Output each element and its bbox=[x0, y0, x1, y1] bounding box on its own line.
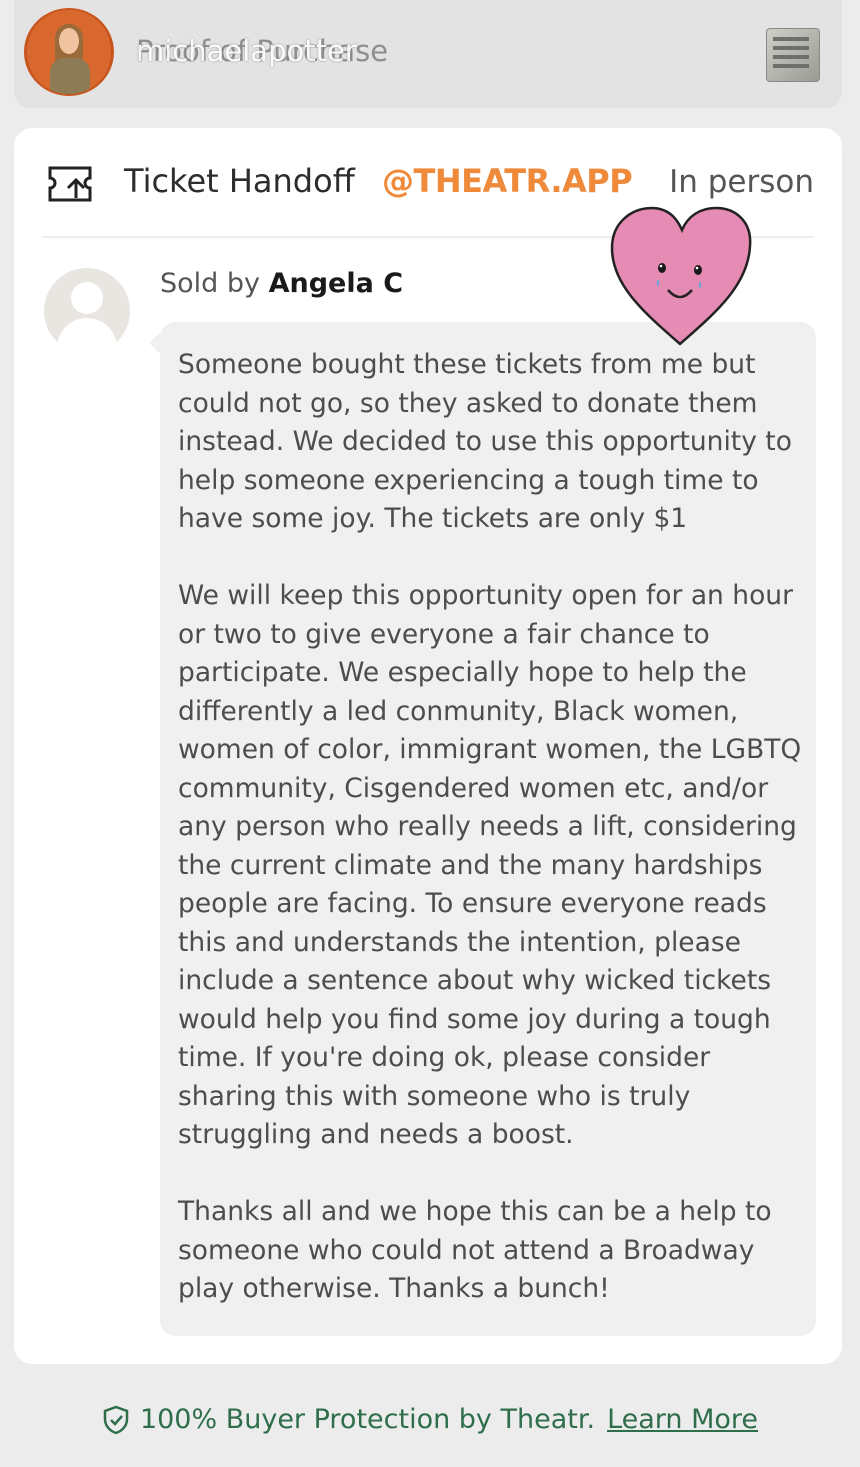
buyer-protection-footer: 100% Buyer Protection by Theatr. Learn Mo… bbox=[0, 1404, 860, 1454]
user-avatar[interactable] bbox=[24, 8, 114, 96]
avatar-placeholder-body bbox=[57, 318, 117, 354]
learn-more-link[interactable]: Learn More bbox=[607, 1404, 758, 1435]
ticket-thumbnail[interactable] bbox=[766, 28, 820, 82]
sold-by-prefix: Sold by bbox=[160, 268, 260, 299]
buyer-protection-text: 100% Buyer Protection by Theatr. bbox=[139, 1404, 596, 1435]
seller-message-text: Someone bought these tickets from me but… bbox=[178, 349, 802, 1304]
username-label[interactable]: michaelapotter bbox=[136, 34, 357, 68]
sold-by-line: Sold by Angela C bbox=[160, 268, 403, 299]
proof-of-purchase-header: Proof of Purchase michaelapotter bbox=[14, 0, 842, 108]
avatar-shirt bbox=[50, 58, 90, 94]
ticket-type-label: Ticket Handoff bbox=[124, 162, 355, 200]
seller-message-bubble: Someone bought these tickets from me but… bbox=[160, 322, 816, 1336]
seller-name[interactable]: Angela C bbox=[269, 268, 403, 299]
avatar-face bbox=[59, 28, 79, 54]
delivery-method: In person bbox=[669, 164, 814, 200]
shield-check-icon bbox=[103, 1405, 129, 1434]
heart-sticker bbox=[610, 206, 752, 346]
theatr-watermark: @THEATR.APP bbox=[382, 162, 633, 200]
avatar-placeholder-head bbox=[71, 282, 103, 314]
seller-avatar[interactable] bbox=[44, 268, 130, 354]
ticket-handoff-icon bbox=[48, 166, 92, 202]
